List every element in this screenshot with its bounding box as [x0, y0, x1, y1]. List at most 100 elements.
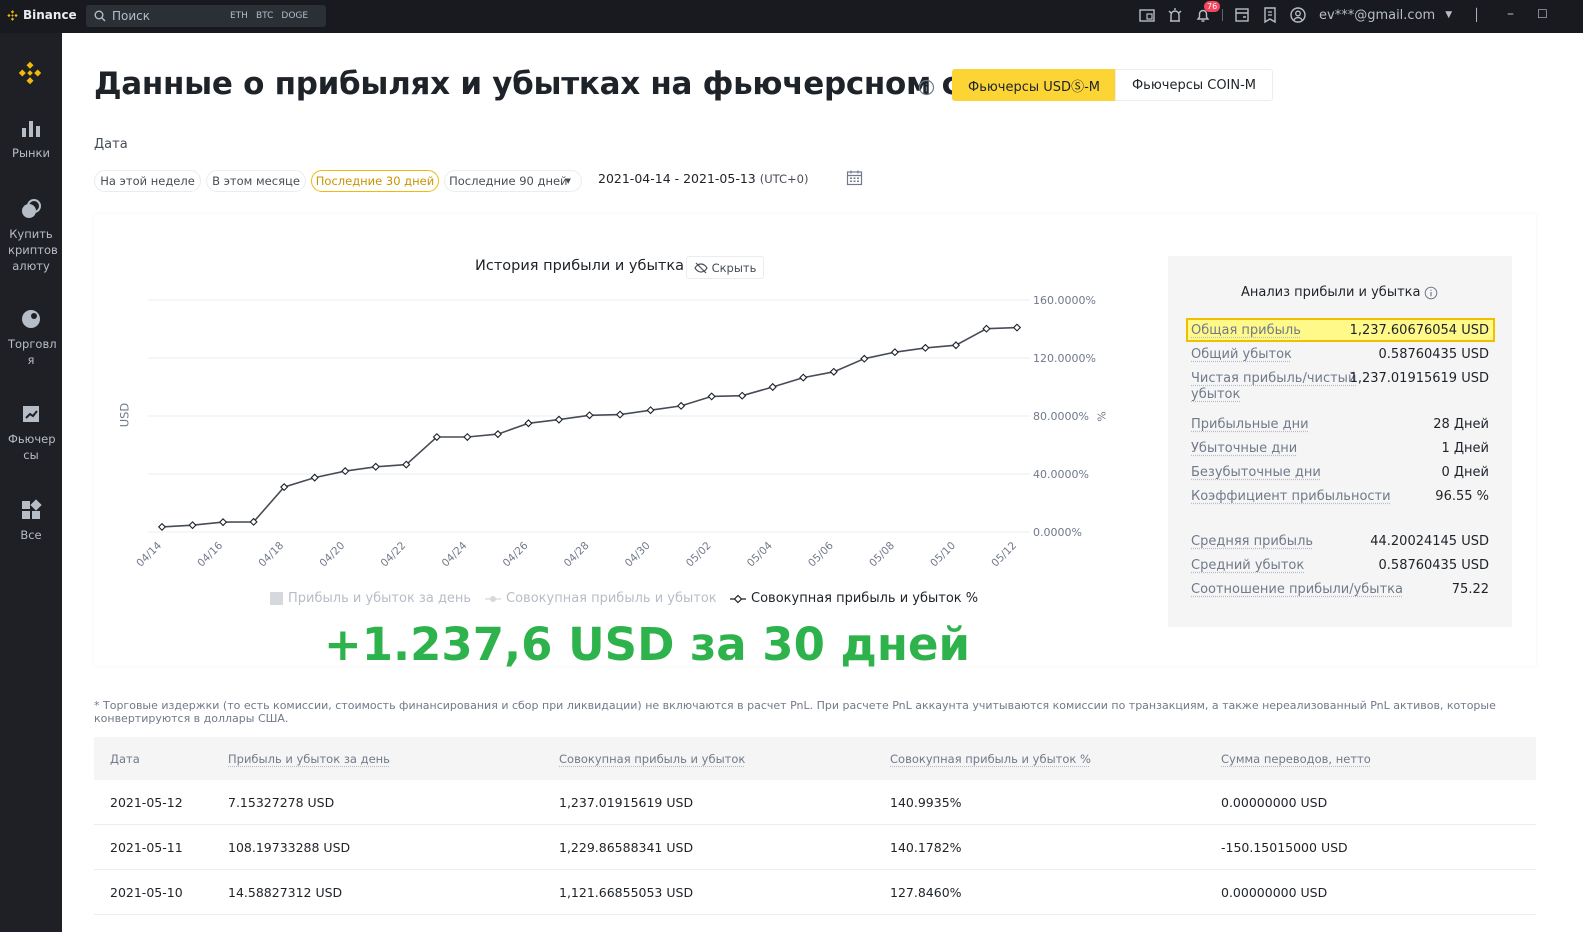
search-box[interactable]: Поиск ETH BTC DOGE	[86, 5, 326, 27]
legend-daily-pnl[interactable]: Прибыль и убыток за день	[270, 591, 471, 606]
table-cell: 2021-05-12	[110, 795, 183, 810]
analysis-value: 96.55 %	[1435, 489, 1489, 504]
analysis-title: Анализ прибыли и убытка	[1241, 285, 1421, 300]
column-header-cumulative-pnl-percent[interactable]: Совокупная прибыль и убыток %	[890, 752, 1091, 766]
analysis-label[interactable]: Средний убыток	[1191, 558, 1304, 574]
table-cell: 127.8460%	[890, 885, 962, 900]
divider	[1222, 9, 1223, 21]
x-tick-label: 05/06	[806, 539, 836, 569]
data-point	[585, 411, 594, 420]
date-range-picker[interactable]: 2021-04-14 - 2021-05-13 (UTC+0)	[598, 171, 808, 186]
maximize-icon[interactable]: ☐	[1537, 7, 1548, 21]
date-label: Дата	[94, 137, 128, 152]
data-point	[829, 367, 838, 376]
brand[interactable]: Binance	[6, 8, 77, 22]
legend-label: Прибыль и убыток за день	[288, 591, 472, 606]
data-point	[341, 467, 350, 476]
sidebar-item-markets[interactable]: Рынки	[0, 117, 62, 161]
data-point	[646, 406, 655, 415]
sidebar-item-all[interactable]: Все	[0, 499, 62, 543]
analysis-label[interactable]: Чистая прибыль/чистый убыток	[1191, 371, 1361, 403]
y2-tick-label: 80.0000%	[1033, 410, 1089, 423]
table-cell: 1,229.86588341 USD	[559, 840, 694, 855]
data-point	[524, 419, 533, 428]
account-email[interactable]: ev***@gmail.com	[1319, 8, 1435, 23]
document-icon[interactable]	[1261, 6, 1279, 24]
legend-line-dot-icon	[485, 595, 501, 602]
x-tick-label: 05/12	[989, 540, 1019, 570]
analysis-value: 0.58760435 USD	[1378, 347, 1489, 362]
sidebar-item-trade[interactable]: Торговл я	[0, 308, 62, 368]
analysis-label[interactable]: Убыточные дни	[1191, 441, 1297, 457]
legend-cumulative-pnl-percent[interactable]: Совокупная прибыль и убыток %	[730, 591, 978, 606]
filter-this-week-button[interactable]: На этой неделе	[94, 170, 201, 192]
coins-icon	[22, 199, 41, 218]
legend-cumulative-pnl[interactable]: Совокупная прибыль и убыток	[485, 591, 717, 606]
analysis-label[interactable]: Общая прибыль	[1191, 323, 1301, 339]
data-point	[982, 324, 991, 333]
binance-logo-icon[interactable]	[16, 59, 44, 87]
user-avatar-icon[interactable]	[1289, 6, 1307, 24]
sidebar-item-label: Купить криптов алюту	[8, 227, 58, 273]
analysis-label[interactable]: Средняя прибыль	[1191, 534, 1313, 550]
alarm-icon[interactable]	[1166, 6, 1184, 24]
y2-tick-label: 160.0000%	[1033, 294, 1096, 307]
data-point	[218, 518, 228, 527]
analysis-value: 0 Дней	[1441, 465, 1489, 480]
analysis-label[interactable]: Соотношение прибыли/убытка	[1191, 582, 1403, 598]
analysis-value: 1 Дней	[1441, 441, 1489, 456]
account-dropdown-icon[interactable]: ▼	[1445, 10, 1452, 20]
quick-coin-btc[interactable]: BTC	[256, 11, 273, 21]
grid-icon	[22, 499, 42, 519]
analysis-label[interactable]: Прибыльные дни	[1191, 417, 1309, 433]
table-cell: 1,121.66855053 USD	[559, 885, 694, 900]
wallet-icon[interactable]	[1233, 6, 1251, 24]
titlebar-actions: 76 ev***@gmail.com ▼	[1138, 1, 1452, 24]
info-icon[interactable]	[1424, 286, 1438, 300]
futures-icon	[23, 406, 39, 422]
search-input[interactable]: Поиск	[112, 9, 222, 23]
table-cell: 14.58827312 USD	[228, 885, 343, 900]
data-point	[707, 392, 716, 401]
legend-line-diamond-icon	[730, 594, 746, 603]
x-tick-label: 04/28	[562, 540, 592, 570]
calendar-icon[interactable]	[846, 169, 863, 186]
x-tick-label: 04/20	[317, 540, 347, 570]
analysis-label[interactable]: Безубыточные дни	[1191, 465, 1321, 481]
column-header-cumulative-pnl[interactable]: Совокупная прибыль и убыток	[559, 752, 745, 766]
table-cell: -150.15015000 USD	[1221, 840, 1348, 855]
quick-coin-doge[interactable]: DOGE	[281, 11, 308, 21]
data-point	[371, 462, 380, 471]
notification-bell[interactable]: 76	[1194, 1, 1221, 24]
quick-coin-eth[interactable]: ETH	[230, 11, 248, 21]
tab-coin-m-futures[interactable]: Фьючерсы COIN-M	[1115, 69, 1273, 101]
sidebar-item-futures[interactable]: Фьючер сы	[0, 403, 62, 463]
trade-icon	[22, 310, 40, 328]
tab-usd-m-futures[interactable]: Фьючерсы USDⓈ-M	[952, 69, 1116, 101]
filter-this-month-button[interactable]: В этом месяце	[206, 170, 306, 192]
column-header-net-transfers[interactable]: Сумма переводов, нетто	[1221, 752, 1371, 766]
analysis-label[interactable]: Общий убыток	[1191, 347, 1292, 363]
sidebar-item-buy-crypto[interactable]: Купить криптов алюту	[0, 198, 62, 274]
disclaimer-note: * Торговые издержки (то есть комиссии, с…	[94, 699, 1496, 725]
brand-name: Binance	[23, 8, 77, 22]
info-icon[interactable]	[918, 79, 935, 96]
date-range-value: 2021-04-14 - 2021-05-13	[598, 171, 756, 186]
column-header-daily-pnl[interactable]: Прибыль и убыток за день	[228, 752, 390, 766]
app-window: Binance Поиск ETH BTC DOGE 76 ev***@gmai…	[0, 0, 1583, 932]
filter-last-30-days-button[interactable]: Последние 30 дней	[311, 170, 439, 192]
analysis-label[interactable]: Коэффициент прибыльности	[1191, 489, 1391, 505]
page-title: Данные о прибылях и убытках на фьючерсно…	[94, 66, 1040, 102]
data-point	[310, 473, 319, 482]
series-line	[161, 326, 1018, 528]
data-point	[860, 354, 869, 363]
data-point	[738, 391, 747, 400]
filter-last-90-days-dropdown[interactable]: Последние 90 дней ▼	[444, 170, 582, 192]
order-icon[interactable]	[1138, 6, 1156, 24]
minimize-icon[interactable]: –	[1507, 6, 1514, 22]
data-point	[799, 373, 808, 382]
x-tick-label: 04/30	[623, 540, 653, 570]
table-cell: 0.00000000 USD	[1221, 885, 1328, 900]
sidebar: Рынки Купить криптов алюту Торговл я Фью…	[0, 33, 62, 932]
data-point	[951, 341, 961, 350]
